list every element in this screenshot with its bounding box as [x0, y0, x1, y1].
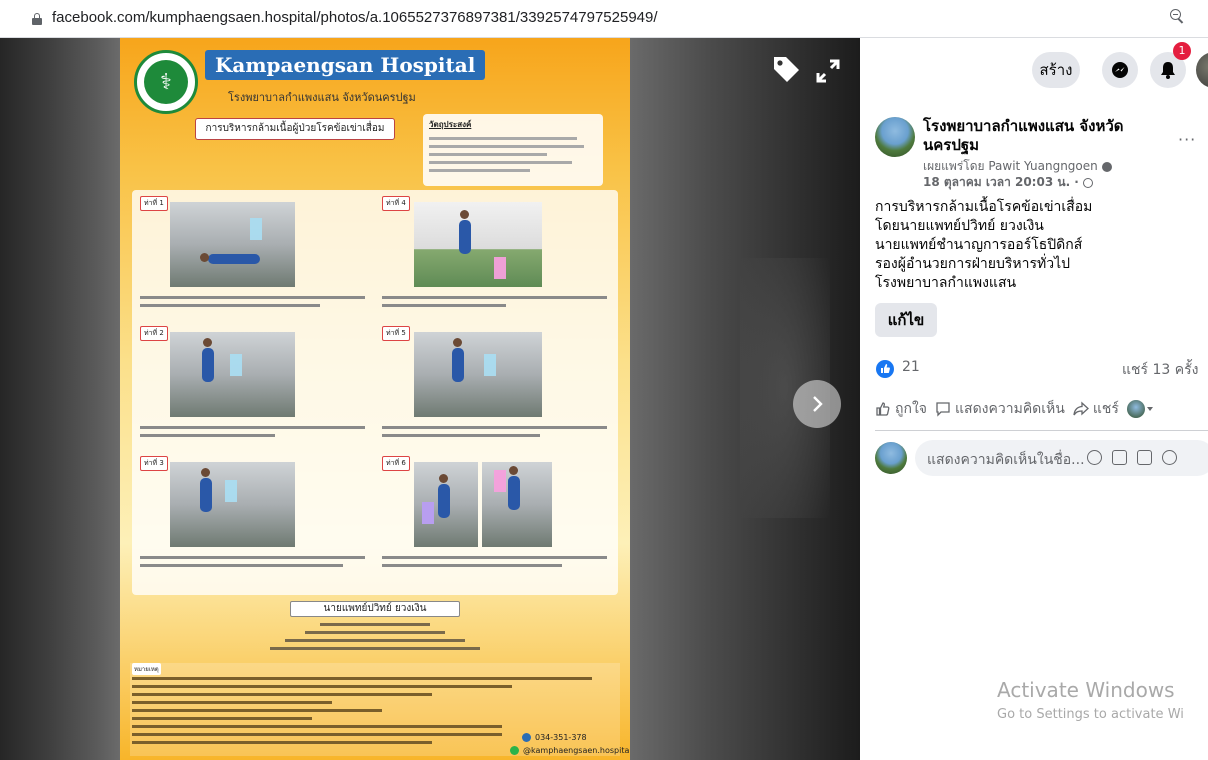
address-bar[interactable]: facebook.com/kumphaengsaen.hospital/phot…: [0, 0, 1208, 38]
poster-image: ⚕ Kampaengsan Hospital โรงพยาบาลกำแพงแสน…: [120, 38, 630, 760]
gif-icon[interactable]: [1137, 450, 1152, 465]
phone-number: 034-351-378: [535, 733, 587, 742]
hospital-logo: ⚕: [134, 50, 198, 114]
sticker-icon[interactable]: [1162, 450, 1177, 465]
top-actions: สร้าง 1: [860, 38, 1208, 98]
exercise-step-6: ท่าที่ 6: [382, 456, 612, 584]
step-label: ท่าที่ 1: [140, 196, 168, 211]
line-contact: @kamphaengsaen.hospital: [510, 746, 630, 755]
caption-line: รองผู้อำนวยการฝ่ายบริหารทั่วไป: [875, 256, 1071, 272]
expand-icon[interactable]: [814, 57, 842, 85]
more-options-icon[interactable]: ···: [1178, 130, 1196, 149]
share-button[interactable]: แชร์: [1073, 398, 1119, 420]
camera-icon[interactable]: [1112, 450, 1127, 465]
chevron-right-icon: [813, 396, 823, 412]
notification-badge: 1: [1173, 42, 1191, 60]
exercise-step-2: ท่าที่ 2: [140, 326, 370, 454]
exercise-step-4: ท่าที่ 4: [382, 196, 612, 324]
like-count[interactable]: 21: [902, 359, 920, 375]
zoom-icon[interactable]: [1170, 9, 1186, 25]
commenter-avatar: [875, 442, 907, 474]
step-label: ท่าที่ 5: [382, 326, 410, 341]
exercise-step-3: ท่าที่ 3: [140, 456, 370, 584]
comment-tools: [1087, 450, 1177, 465]
line-icon: [510, 746, 519, 755]
exercise-step-5: ท่าที่ 5: [382, 326, 612, 454]
comment-button[interactable]: แสดงความคิดเห็น: [935, 398, 1065, 420]
activation-watermark-title: Activate Windows: [997, 678, 1175, 702]
step-label: ท่าที่ 4: [382, 196, 410, 211]
caption-line: นายแพทย์ชำนาญการออร์โธปิดิกส์: [875, 237, 1083, 253]
phone-icon: [522, 733, 531, 742]
post-date[interactable]: 18 ตุลาคม เวลา 20:03 น. ·: [923, 173, 1094, 192]
create-button[interactable]: สร้าง: [1032, 52, 1080, 88]
step-label: ท่าที่ 2: [140, 326, 168, 341]
edit-button[interactable]: แก้ไข: [875, 303, 937, 337]
caption-line: การบริหารกล้ามเนื้อโรคข้อเข่าเสื่อม: [875, 199, 1093, 215]
poster-title: Kampaengsan Hospital: [205, 50, 486, 80]
poster-header: ⚕ Kampaengsan Hospital โรงพยาบาลกำแพงแสน…: [120, 38, 630, 123]
comment-input[interactable]: แสดงความคิดเห็นในชื่อ...: [915, 440, 1208, 476]
photo-blur-background-left: [0, 38, 120, 760]
step-label: ท่าที่ 6: [382, 456, 410, 471]
step-label: ท่าที่ 3: [140, 456, 168, 471]
poster-subtitle: โรงพยาบาลกำแพงแสน จังหวัดนครปฐม: [228, 91, 416, 104]
lock-icon: [32, 13, 42, 25]
like-button[interactable]: ถูกใจ: [875, 398, 927, 420]
comment-placeholder: แสดงความคิดเห็นในชื่อ...: [927, 452, 1085, 468]
page-avatar[interactable]: [875, 117, 915, 157]
messenger-icon: [1112, 62, 1128, 78]
bell-icon: [1161, 62, 1175, 79]
poster-topic: การบริหารกล้ามเนื้อผู้ป่วยโรคข้อเข่าเสื่…: [195, 118, 395, 140]
tag-icon[interactable]: [770, 53, 802, 85]
share-audience-selector[interactable]: [1126, 400, 1159, 418]
phone-contact: 034-351-378: [522, 733, 587, 742]
share-count[interactable]: แชร์ 13 ครั้ง: [1122, 359, 1198, 381]
objectives-heading: วัตถุประสงค์: [429, 120, 472, 129]
caption-line: โดยนายแพทย์ปวิทย์ ยวงเงิน: [875, 218, 1044, 234]
next-photo-button[interactable]: [793, 380, 841, 428]
page-name[interactable]: โรงพยาบาลกำแพงแสน จังหวัดนครปฐม: [923, 117, 1138, 155]
note-label: หมายเหตุ: [132, 663, 161, 675]
globe-icon: [1083, 177, 1094, 188]
exercise-step-1: ท่าที่ 1: [140, 196, 370, 324]
exercise-panel: ท่าที่ 1 ท่าที่ 4 ท่าที่ 2 ท่าที่ 5 ท่าท…: [132, 190, 618, 595]
poster-footer: หมายเหตุ 034-351-378 @kamphaengsaen.hosp…: [130, 663, 630, 756]
account-avatar[interactable]: [1196, 52, 1208, 88]
info-icon: [1101, 161, 1112, 172]
photo-viewer: ⚕ Kampaengsan Hospital โรงพยาบาลกำแพงแสน…: [0, 38, 860, 760]
url-text[interactable]: facebook.com/kumphaengsaen.hospital/phot…: [52, 9, 658, 26]
post-actions: ถูกใจ แสดงความคิดเห็น แชร์: [875, 398, 1167, 420]
messenger-button[interactable]: [1102, 52, 1138, 88]
activation-watermark-subtitle: Go to Settings to activate Wi: [997, 707, 1184, 722]
like-reaction-icon: [876, 360, 894, 378]
profile-avatar: [1126, 400, 1145, 418]
thumbs-up-icon: [876, 402, 890, 416]
share-icon: [1073, 401, 1089, 416]
doctor-name: นายแพทย์ปวิทย์ ยวงเงิน: [290, 601, 460, 617]
caption-line: โรงพยาบาลกำแพงแสน: [875, 275, 1017, 291]
caret-down-icon: [1146, 407, 1153, 411]
line-id: @kamphaengsaen.hospital: [523, 746, 630, 755]
comment-icon: [936, 402, 950, 417]
emoji-icon[interactable]: [1087, 450, 1102, 465]
post-caption: การบริหารกล้ามเนื้อโรคข้อเข่าเสื่อม โดยน…: [875, 198, 1195, 293]
poster-objectives: วัตถุประสงค์: [423, 114, 603, 186]
divider: [875, 430, 1208, 431]
post-side-panel: สร้าง 1 โรงพยาบาลกำแพงแสน จังหวัดนครปฐม …: [860, 38, 1208, 760]
